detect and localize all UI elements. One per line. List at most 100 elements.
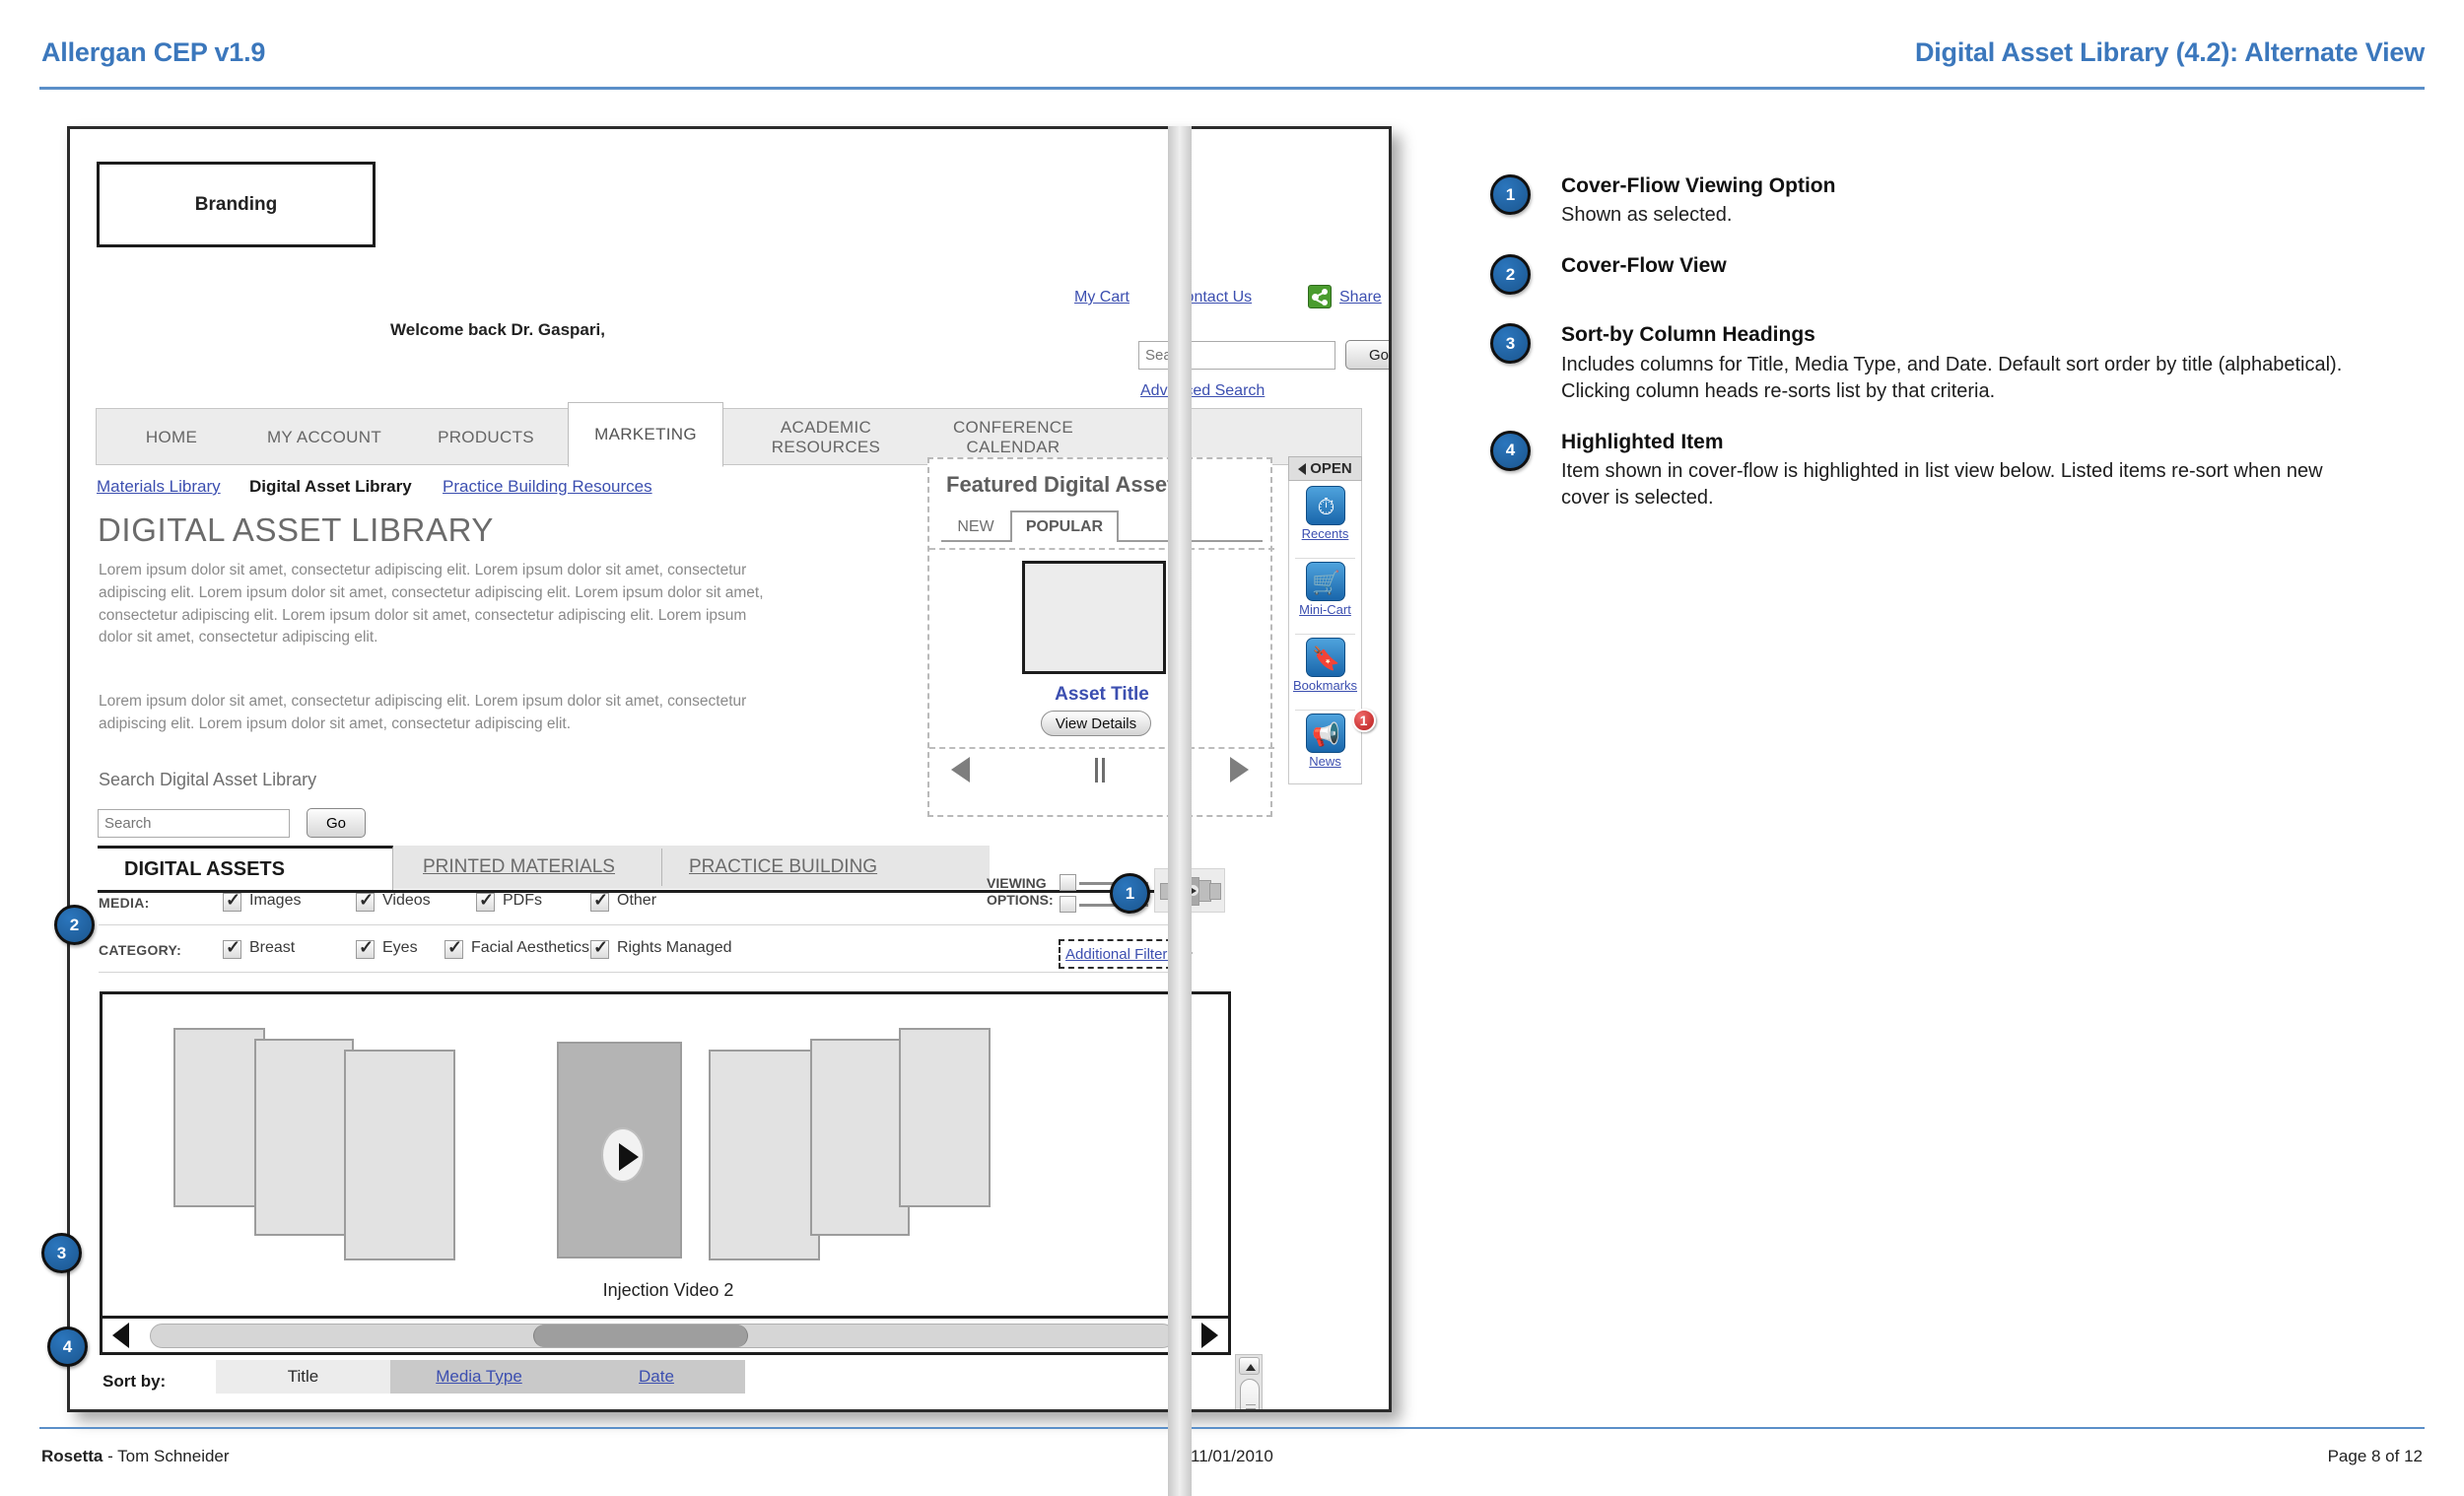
- rail-item-bookmarks[interactable]: 🔖 Bookmarks: [1289, 638, 1361, 693]
- checkbox-label-eyes: Eyes: [382, 939, 418, 956]
- coverflow-card-6[interactable]: [810, 1039, 910, 1236]
- list-scrollbar[interactable]: [1235, 1354, 1263, 1409]
- nav-item-marketing[interactable]: MARKETING: [568, 402, 723, 467]
- annotation-marker-3: 3: [1490, 323, 1531, 365]
- rail-open-label: OPEN: [1310, 460, 1352, 477]
- rail-divider-2: [1295, 634, 1355, 635]
- viewing-option-checkbox-2[interactable]: [1060, 896, 1076, 913]
- coverflow-scroll-thumb[interactable]: [533, 1325, 748, 1347]
- checkbox-eyes[interactable]: [356, 937, 375, 959]
- checkbox-pdfs[interactable]: [476, 890, 495, 912]
- nav-academic-line-2: RESOURCES: [771, 438, 881, 456]
- list-scroll-up-arrow-icon[interactable]: [1239, 1357, 1260, 1375]
- media-filter-label: MEDIA:: [99, 895, 150, 911]
- breadcrumb-practice-building-resources[interactable]: Practice Building Resources: [443, 477, 652, 497]
- document-title-right: Digital Asset Library (4.2): Alternate V…: [1914, 37, 2425, 67]
- advanced-search-link[interactable]: Advanced Search: [1140, 382, 1265, 400]
- checkbox-label-videos: Videos: [382, 892, 431, 909]
- share-icon[interactable]: [1308, 285, 1332, 308]
- checkbox-other[interactable]: [590, 890, 609, 912]
- nav-item-my-account[interactable]: MY ACCOUNT: [240, 409, 408, 466]
- rail-open-toggle[interactable]: OPEN: [1288, 456, 1362, 481]
- rail-body: ⏱ Recents 🛒 Mini-Cart 🔖 Bookmarks 📢 1 Ne…: [1288, 481, 1376, 784]
- callout-marker-4: 4: [47, 1326, 88, 1367]
- list-scroll-thumb[interactable]: [1240, 1379, 1260, 1409]
- footer-author: Rosetta - Tom Schneider: [41, 1447, 230, 1466]
- sort-column-media-type[interactable]: Media Type: [390, 1360, 568, 1394]
- chevron-left-icon: [1298, 462, 1307, 475]
- coverflow-scroll-right-arrow-icon[interactable]: [1201, 1323, 1218, 1348]
- nav-item-products[interactable]: PRODUCTS: [412, 409, 560, 466]
- coverflow-card-center-selected[interactable]: [557, 1042, 682, 1258]
- nav-item-academic-resources[interactable]: ACADEMIC RESOURCES: [737, 409, 915, 466]
- checkbox-label-other: Other: [617, 892, 657, 909]
- coverflow-icon-card-5: [1209, 883, 1221, 900]
- coverflow-card-5[interactable]: [709, 1050, 820, 1260]
- featured-asset-thumbnail[interactable]: [1022, 561, 1166, 674]
- search-input[interactable]: [98, 809, 290, 838]
- coverflow-scroll-track[interactable]: [150, 1324, 1175, 1348]
- featured-tab-new[interactable]: NEW: [941, 514, 1010, 542]
- nav-conference-line-1: CONFERENCE: [952, 418, 1073, 438]
- coverflow-view-icon[interactable]: [1154, 868, 1225, 913]
- coverflow-caption: Injection Video 2: [602, 1280, 734, 1300]
- coverflow-icon-play-icon: [1188, 885, 1198, 896]
- featured-prev-arrow-icon[interactable]: [951, 757, 970, 782]
- coverflow-card-3[interactable]: [344, 1050, 455, 1260]
- featured-view-details-button[interactable]: View Details: [1041, 711, 1151, 736]
- coverflow-card-1[interactable]: [173, 1028, 265, 1207]
- annotation-title-4: Highlighted Item: [1561, 430, 1724, 453]
- content-tabs-divider: [661, 849, 662, 886]
- featured-divider-bottom: [929, 747, 1274, 749]
- breadcrumb-materials-library[interactable]: Materials Library: [97, 477, 221, 497]
- coverflow-card-7[interactable]: [899, 1028, 991, 1207]
- featured-tab-popular[interactable]: POPULAR: [1010, 510, 1119, 542]
- checkbox-facial-aesthetics[interactable]: [445, 937, 463, 959]
- filters-divider-2: [99, 972, 1182, 973]
- viewing-option-checkbox-1[interactable]: [1060, 874, 1076, 891]
- annotation-body-1: Shown as selected.: [1561, 204, 1733, 227]
- nav-item-home[interactable]: HOME: [112, 409, 231, 466]
- coverflow-card-2[interactable]: [254, 1039, 354, 1236]
- sort-column-title[interactable]: Title: [216, 1360, 390, 1394]
- rail-item-news[interactable]: 📢 1 News: [1289, 709, 1376, 769]
- annotation-body-3: Includes columns for Title, Media Type, …: [1561, 353, 2343, 402]
- sort-column-date[interactable]: Date: [568, 1360, 745, 1394]
- my-cart-link[interactable]: My Cart: [1074, 289, 1129, 306]
- rail-label-news: News: [1309, 754, 1341, 769]
- header-search-input[interactable]: [1138, 341, 1335, 370]
- tab-printed-materials[interactable]: PRINTED MATERIALS: [423, 846, 615, 889]
- table-row[interactable]: Injection Video Video 12/12/10 View Deta…: [100, 1402, 1231, 1409]
- contact-us-link[interactable]: Contact Us: [1174, 289, 1252, 306]
- checkbox-breast[interactable]: [223, 937, 241, 959]
- additional-filters-button[interactable]: Additional Filters: [1059, 939, 1182, 969]
- header-search-go-button[interactable]: Go: [1345, 340, 1389, 370]
- tab-practice-building[interactable]: PRACTICE BUILDING: [689, 846, 877, 889]
- share-link[interactable]: Share: [1339, 289, 1382, 306]
- rail-item-recents[interactable]: ⏱ Recents: [1289, 486, 1361, 541]
- footer-divider: [39, 1427, 2425, 1429]
- checkbox-images[interactable]: [223, 890, 241, 912]
- featured-pause-icon[interactable]: [1095, 758, 1107, 782]
- coverflow-scrollbar[interactable]: [100, 1319, 1231, 1355]
- nav-academic-line-1: ACADEMIC: [780, 418, 872, 438]
- rail-label-bookmarks: Bookmarks: [1292, 678, 1358, 693]
- rail-item-mini-cart[interactable]: 🛒 Mini-Cart: [1289, 562, 1361, 617]
- featured-next-arrow-icon[interactable]: [1230, 757, 1249, 782]
- featured-asset-title-link[interactable]: Asset Title: [929, 684, 1274, 706]
- viewing-options-label-line1: VIEWING: [987, 875, 1047, 891]
- breadcrumb-digital-asset-library: Digital Asset Library: [249, 477, 412, 496]
- coverflow-view[interactable]: Injection Video 2: [100, 991, 1231, 1319]
- checkbox-videos[interactable]: [356, 890, 375, 912]
- tab-digital-assets[interactable]: DIGITAL ASSETS: [98, 846, 393, 891]
- coverflow-scroll-left-arrow-icon[interactable]: [112, 1323, 129, 1348]
- featured-tabs-filler: [1119, 514, 1263, 542]
- featured-digital-assets-panel: Featured Digital Assets NEW POPULAR Asse…: [927, 457, 1274, 817]
- play-icon[interactable]: [601, 1127, 645, 1183]
- checkbox-label-rights-managed: Rights Managed: [617, 939, 732, 956]
- rail-divider-3: [1295, 710, 1355, 711]
- search-go-button[interactable]: Go: [307, 808, 366, 838]
- checkbox-rights-managed[interactable]: [590, 937, 609, 959]
- filters-divider-1: [99, 924, 1182, 925]
- annotations-panel: 1 Cover-Fliow Viewing Option Shown as se…: [1490, 172, 2377, 535]
